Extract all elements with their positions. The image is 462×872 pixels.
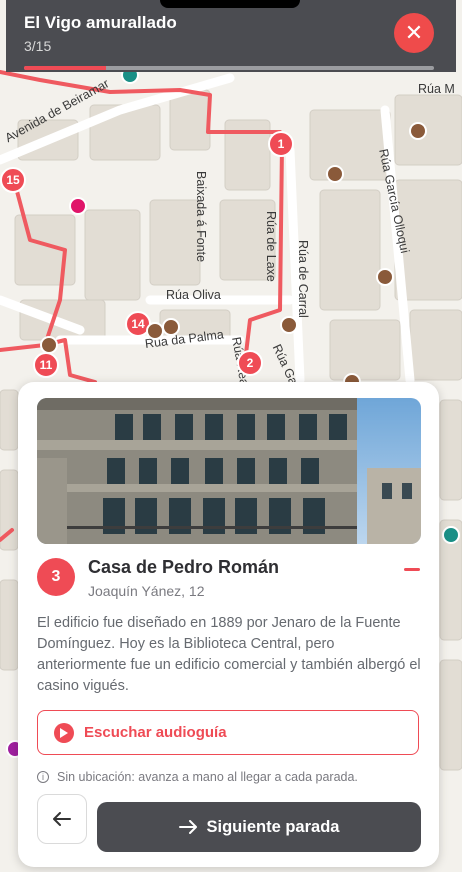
- street-label: Baixada á Fonte: [194, 171, 208, 263]
- poi-marker[interactable]: [409, 122, 427, 140]
- stop-address: Joaquín Yánez, 12: [88, 583, 205, 599]
- poi-marker[interactable]: [326, 165, 344, 183]
- street-label: Rúa de Carral: [296, 240, 310, 318]
- next-stop-label: Siguiente parada: [206, 817, 340, 836]
- route-marker[interactable]: 15: [0, 167, 26, 193]
- street-label: Rúa M: [418, 82, 455, 96]
- close-icon: ✕: [404, 20, 424, 45]
- poi-marker[interactable]: [146, 322, 164, 340]
- route-marker[interactable]: 1: [268, 131, 294, 157]
- tour-progress-fill: [24, 66, 106, 70]
- location-note-text: Sin ubicación: avanza a mano al llegar a…: [57, 770, 358, 784]
- poi-marker[interactable]: [376, 268, 394, 286]
- route-marker[interactable]: 11: [33, 352, 59, 378]
- audio-guide-button[interactable]: Escuchar audioguía: [37, 710, 419, 755]
- info-icon: i: [37, 771, 49, 783]
- arrow-right-icon: [178, 820, 197, 834]
- close-button[interactable]: ✕: [394, 13, 434, 53]
- audio-guide-label: Escuchar audioguía: [84, 724, 227, 741]
- poi-marker[interactable]: [162, 318, 180, 336]
- stop-card: 3 Casa de Pedro Román Joaquín Yánez, 12 …: [18, 382, 439, 867]
- stop-name: Casa de Pedro Román: [88, 557, 280, 577]
- stop-photo: [37, 398, 421, 544]
- poi-marker[interactable]: [69, 197, 87, 215]
- poi-marker[interactable]: [40, 336, 58, 354]
- route-marker[interactable]: 2: [237, 350, 263, 376]
- stop-counter: 3/15: [24, 38, 52, 54]
- tour-header: [6, 0, 456, 72]
- stop-number-badge: 3: [37, 558, 75, 596]
- device-notch: [160, 0, 300, 8]
- location-note: i Sin ubicación: avanza a mano al llegar…: [37, 770, 358, 784]
- tour-title: El Vigo amurallado: [24, 13, 177, 32]
- play-icon: [54, 722, 74, 743]
- previous-stop-button[interactable]: [37, 794, 87, 844]
- poi-marker[interactable]: [280, 316, 298, 334]
- tour-progress-bar: [24, 66, 434, 70]
- collapse-card-button[interactable]: [404, 568, 420, 571]
- street-label: Rúa Oliva: [166, 288, 221, 302]
- stop-description: El edificio fue diseñado en 1889 por Jen…: [37, 615, 421, 694]
- poi-marker[interactable]: [442, 526, 460, 544]
- arrow-left-icon: [53, 812, 71, 826]
- street-label: Rúa de Laxe: [264, 211, 278, 282]
- next-stop-button[interactable]: Siguiente parada: [97, 802, 421, 852]
